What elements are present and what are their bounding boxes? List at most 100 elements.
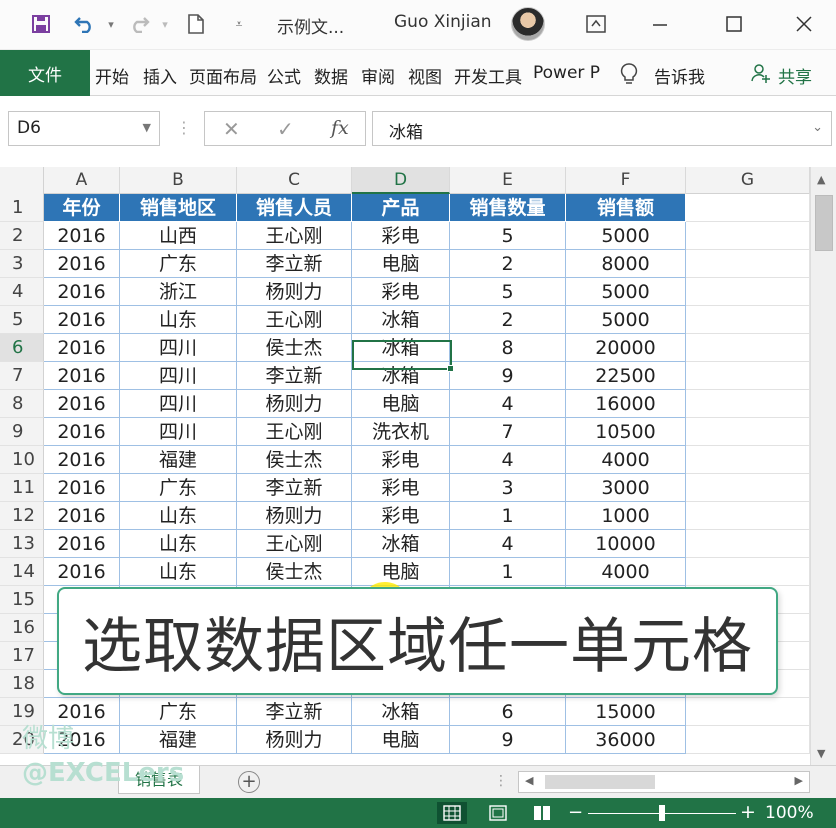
column-header-d[interactable]: D bbox=[352, 167, 450, 194]
row-header[interactable]: 12 bbox=[0, 502, 44, 530]
empty-cell[interactable] bbox=[686, 530, 810, 558]
new-document-icon[interactable] bbox=[183, 11, 209, 37]
row-header[interactable]: 9 bbox=[0, 418, 44, 446]
zoom-level[interactable]: 100% bbox=[765, 803, 814, 823]
table-cell[interactable]: 福建 bbox=[120, 446, 237, 474]
empty-cell[interactable] bbox=[686, 250, 810, 278]
table-cell[interactable]: 20000 bbox=[566, 334, 686, 362]
tab-formulas[interactable]: 公式 bbox=[267, 63, 301, 88]
table-cell[interactable]: 冰箱 bbox=[352, 334, 450, 362]
name-box[interactable]: D6 ▼ bbox=[8, 111, 160, 146]
empty-cell[interactable] bbox=[686, 306, 810, 334]
column-header-e[interactable]: E bbox=[450, 167, 566, 194]
row-header[interactable]: 4 bbox=[0, 278, 44, 306]
lightbulb-icon[interactable] bbox=[620, 63, 638, 90]
table-cell[interactable]: 2016 bbox=[44, 446, 120, 474]
table-cell[interactable]: 9 bbox=[450, 362, 566, 390]
table-cell[interactable]: 四川 bbox=[120, 334, 237, 362]
table-cell[interactable]: 6 bbox=[450, 698, 566, 726]
empty-cell[interactable] bbox=[686, 194, 810, 222]
table-cell[interactable]: 3000 bbox=[566, 474, 686, 502]
table-cell[interactable]: 2016 bbox=[44, 222, 120, 250]
table-cell[interactable]: 4000 bbox=[566, 446, 686, 474]
table-cell[interactable]: 1 bbox=[450, 558, 566, 586]
table-cell[interactable]: 2016 bbox=[44, 474, 120, 502]
column-header-f[interactable]: F bbox=[566, 167, 686, 194]
table-cell[interactable]: 2016 bbox=[44, 502, 120, 530]
table-cell[interactable]: 16000 bbox=[566, 390, 686, 418]
table-cell[interactable]: 彩电 bbox=[352, 446, 450, 474]
tab-page-layout[interactable]: 页面布局 bbox=[189, 63, 259, 88]
row-header[interactable]: 8 bbox=[0, 390, 44, 418]
table-cell[interactable]: 5 bbox=[450, 278, 566, 306]
page-break-view-icon[interactable] bbox=[527, 802, 557, 824]
table-cell[interactable]: 4000 bbox=[566, 558, 686, 586]
table-cell[interactable]: 李立新 bbox=[237, 474, 352, 502]
table-cell[interactable]: 2 bbox=[450, 306, 566, 334]
table-cell[interactable]: 1000 bbox=[566, 502, 686, 530]
tab-file[interactable]: 文件 bbox=[0, 50, 90, 96]
normal-view-icon[interactable] bbox=[437, 802, 467, 824]
table-cell[interactable]: 2016 bbox=[44, 530, 120, 558]
table-cell[interactable]: 洗衣机 bbox=[352, 418, 450, 446]
table-cell[interactable]: 冰箱 bbox=[352, 530, 450, 558]
page-layout-view-icon[interactable] bbox=[483, 802, 513, 824]
table-cell[interactable]: 李立新 bbox=[237, 362, 352, 390]
table-cell[interactable]: 1 bbox=[450, 502, 566, 530]
table-cell[interactable]: 电脑 bbox=[352, 250, 450, 278]
table-header-cell[interactable]: 产品 bbox=[352, 194, 450, 222]
row-header[interactable]: 2 bbox=[0, 222, 44, 250]
table-cell[interactable]: 侯士杰 bbox=[237, 446, 352, 474]
tab-insert[interactable]: 插入 bbox=[143, 63, 177, 88]
table-cell[interactable]: 四川 bbox=[120, 390, 237, 418]
maximize-icon[interactable] bbox=[714, 8, 754, 40]
row-header[interactable]: 1 bbox=[0, 194, 44, 222]
table-cell[interactable]: 山东 bbox=[120, 558, 237, 586]
tab-home[interactable]: 开始 bbox=[95, 63, 129, 88]
table-cell[interactable]: 5000 bbox=[566, 278, 686, 306]
empty-cell[interactable] bbox=[686, 390, 810, 418]
redo-dropdown-icon[interactable]: ▾ bbox=[152, 11, 178, 37]
table-cell[interactable]: 2016 bbox=[44, 278, 120, 306]
table-cell[interactable]: 广东 bbox=[120, 698, 237, 726]
table-cell[interactable]: 杨则力 bbox=[237, 278, 352, 306]
scroll-up-icon[interactable]: ▲ bbox=[817, 173, 825, 186]
close-icon[interactable] bbox=[784, 8, 824, 40]
table-cell[interactable]: 2 bbox=[450, 250, 566, 278]
undo-icon[interactable] bbox=[72, 11, 98, 37]
table-cell[interactable]: 2016 bbox=[44, 334, 120, 362]
enter-icon[interactable]: ✓ bbox=[277, 117, 294, 141]
table-cell[interactable]: 4 bbox=[450, 390, 566, 418]
table-cell[interactable]: 5000 bbox=[566, 222, 686, 250]
row-header[interactable]: 18 bbox=[0, 670, 44, 698]
empty-cell[interactable] bbox=[686, 334, 810, 362]
table-cell[interactable]: 杨则力 bbox=[237, 390, 352, 418]
vertical-scroll-thumb[interactable] bbox=[815, 195, 833, 251]
empty-cell[interactable] bbox=[686, 222, 810, 250]
table-cell[interactable]: 山东 bbox=[120, 530, 237, 558]
table-cell[interactable]: 10000 bbox=[566, 530, 686, 558]
table-cell[interactable]: 山西 bbox=[120, 222, 237, 250]
table-cell[interactable]: 李立新 bbox=[237, 250, 352, 278]
splitter-icon[interactable]: ⋮ bbox=[176, 118, 192, 137]
zoom-slider-thumb[interactable] bbox=[659, 805, 665, 821]
table-cell[interactable]: 4 bbox=[450, 446, 566, 474]
table-cell[interactable]: 冰箱 bbox=[352, 306, 450, 334]
row-header[interactable]: 11 bbox=[0, 474, 44, 502]
empty-cell[interactable] bbox=[686, 474, 810, 502]
column-header-a[interactable]: A bbox=[44, 167, 120, 194]
column-header-g[interactable]: G bbox=[686, 167, 810, 194]
row-header[interactable]: 17 bbox=[0, 642, 44, 670]
cancel-icon[interactable]: ✕ bbox=[223, 117, 240, 141]
empty-cell[interactable] bbox=[686, 726, 810, 754]
customize-qat-icon[interactable]: ⩡ bbox=[226, 11, 252, 37]
table-cell[interactable]: 电脑 bbox=[352, 390, 450, 418]
column-header-b[interactable]: B bbox=[120, 167, 237, 194]
table-cell[interactable]: 2016 bbox=[44, 390, 120, 418]
row-header[interactable]: 5 bbox=[0, 306, 44, 334]
zoom-out-button[interactable]: − bbox=[568, 802, 583, 823]
tab-data[interactable]: 数据 bbox=[314, 63, 348, 88]
row-header[interactable]: 7 bbox=[0, 362, 44, 390]
horizontal-scrollbar[interactable]: ◀ ▶ bbox=[518, 771, 810, 793]
table-cell[interactable]: 福建 bbox=[120, 726, 237, 754]
